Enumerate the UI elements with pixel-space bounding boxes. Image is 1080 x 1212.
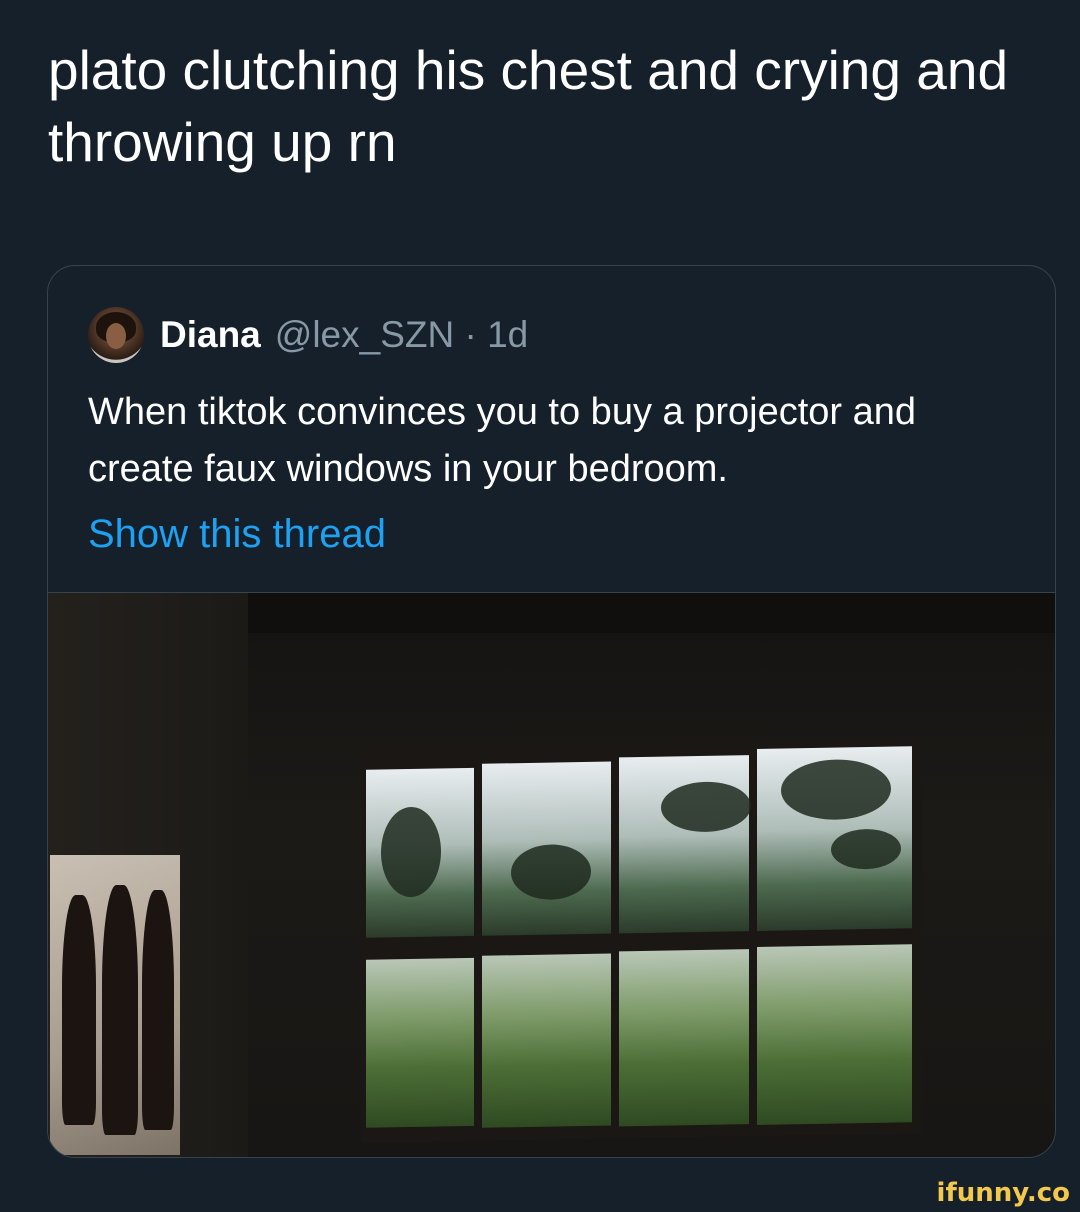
quoted-tweet-text: When tiktok convinces you to buy a proje…	[88, 391, 917, 490]
poster-figure	[142, 890, 174, 1130]
quoted-author-name[interactable]: Diana	[160, 314, 261, 356]
poster-figure	[62, 895, 96, 1125]
avatar-face	[106, 323, 126, 349]
wall-poster	[50, 855, 180, 1155]
window-pane	[366, 957, 474, 1128]
tweet-text: plato clutching his chest and crying and…	[48, 39, 1009, 173]
window-pane	[757, 944, 912, 1125]
avatar[interactable]	[88, 307, 144, 363]
show-thread-link[interactable]: Show this thread	[88, 512, 386, 557]
quoted-author-handle-time: @lex_SZN · 1d	[274, 314, 529, 355]
window-pane	[619, 949, 749, 1127]
ifunny-watermark: ifunny.co	[936, 1178, 1070, 1208]
quoted-tweet-card[interactable]: Diana @lex_SZN · 1d When tiktok convince…	[47, 265, 1056, 1158]
projected-window	[361, 738, 921, 1143]
quoted-tweet-image[interactable]	[48, 592, 1055, 1157]
window-pane	[619, 755, 749, 934]
window-pane	[482, 953, 611, 1128]
quoted-tweet-header: Diana @lex_SZN · 1d	[88, 306, 528, 364]
poster-figure	[102, 885, 138, 1135]
